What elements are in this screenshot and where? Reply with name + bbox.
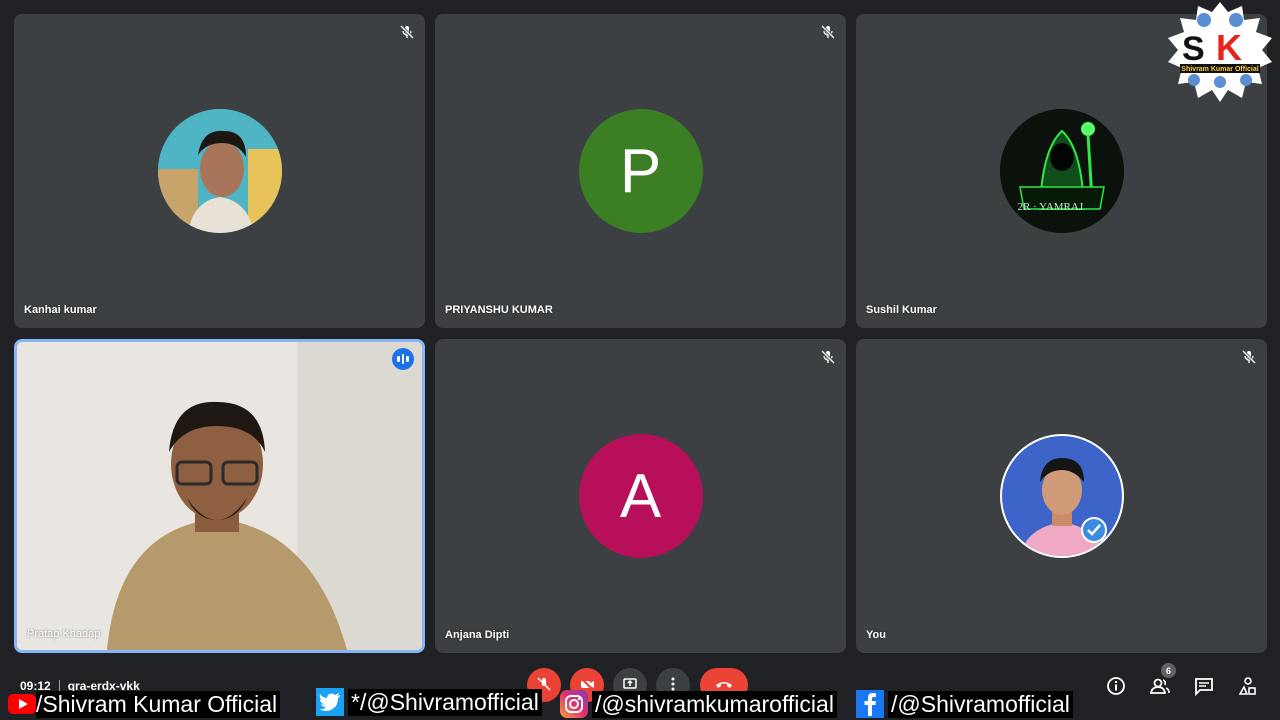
participant-name: Kanhai kumar <box>24 304 97 316</box>
participant-tile-priyanshu[interactable]: P PRIYANSHU KUMAR <box>435 14 846 328</box>
youtube-handle[interactable]: /Shivram Kumar Official <box>8 690 281 718</box>
mic-off-icon <box>820 349 836 365</box>
social-handles-overlay: /Shivram Kumar Official */@Shivramoffici… <box>0 688 1280 720</box>
profile-photo <box>157 109 282 233</box>
participant-tile-anjana[interactable]: A Anjana Dipti <box>435 339 846 653</box>
svg-text:K: K <box>1216 27 1242 68</box>
avatar <box>999 434 1124 558</box>
camera-feed <box>17 342 422 650</box>
svg-text:S: S <box>1182 30 1205 68</box>
gaming-logo-avatar <box>999 109 1124 233</box>
avatar: P <box>578 109 703 233</box>
twitter-handle-text: */@Shivramofficial <box>348 688 542 716</box>
twitter-handle[interactable]: */@Shivramofficial <box>316 688 542 716</box>
facebook-icon <box>856 690 884 718</box>
participant-tile-kanhai[interactable]: Kanhai kumar <box>14 14 425 328</box>
facebook-handle[interactable]: /@Shivramofficial <box>856 690 1073 718</box>
speaking-indicator-icon <box>392 348 414 370</box>
profile-photo <box>1001 436 1122 556</box>
participant-name: Pratap Khadap <box>27 628 101 640</box>
youtube-handle-text: /Shivram Kumar Official <box>36 690 281 718</box>
instagram-handle-text: /@shivramkumarofficial <box>592 690 837 718</box>
mic-off-icon <box>399 24 415 40</box>
participant-count-badge: 6 <box>1161 663 1176 678</box>
avatar: 2R · YAMRAJ <box>999 109 1124 233</box>
facebook-handle-text: /@Shivramofficial <box>888 690 1073 718</box>
participant-tile-you[interactable]: You <box>856 339 1267 653</box>
meet-stage: Kanhai kumar P PRIYANSHU KUMAR 2R · YAMR… <box>0 0 1280 720</box>
participant-name: Sushil Kumar <box>866 304 937 316</box>
avatar: A <box>578 434 703 558</box>
mic-off-icon <box>820 24 836 40</box>
mic-off-icon <box>1241 349 1257 365</box>
twitter-icon <box>316 688 344 716</box>
avatar-caption: 2R · YAMRAJ <box>1017 201 1084 213</box>
instagram-icon <box>560 690 588 718</box>
participant-name: PRIYANSHU KUMAR <box>445 304 553 316</box>
participant-tile-pratap[interactable]: Pratap Khadap <box>14 339 425 653</box>
avatar <box>157 109 282 233</box>
instagram-handle[interactable]: /@shivramkumarofficial <box>560 690 837 718</box>
channel-logo-watermark: S K Shivram Kumar Official <box>1168 2 1272 102</box>
participant-name: You <box>866 629 886 641</box>
youtube-icon <box>8 690 36 718</box>
avatar-letter: P <box>619 136 662 206</box>
svg-text:Shivram Kumar Official: Shivram Kumar Official <box>1181 66 1258 73</box>
avatar-letter: A <box>619 461 662 531</box>
participant-name: Anjana Dipti <box>445 629 510 641</box>
